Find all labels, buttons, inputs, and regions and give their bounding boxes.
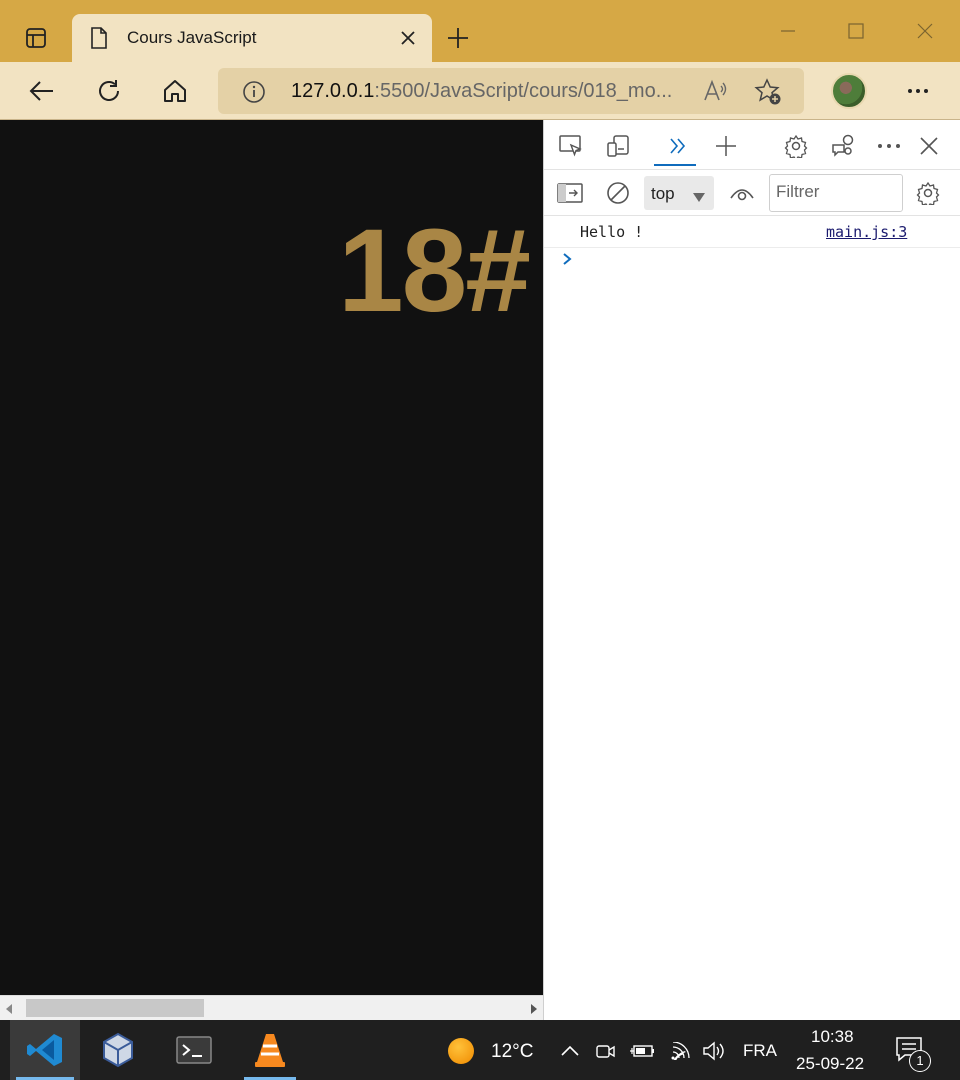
devtools-tabbar [544,120,960,170]
site-info-icon[interactable] [242,80,266,109]
more-options-icon[interactable] [898,71,938,111]
feedback-icon[interactable] [828,130,860,162]
add-favorite-icon[interactable] [754,78,782,111]
home-icon[interactable] [155,71,195,111]
chevron-up-icon[interactable] [557,1038,583,1064]
url-host: 127.0.0.1 [291,80,375,102]
wifi-icon[interactable] [666,1038,692,1064]
console-filter[interactable] [769,174,903,212]
console-message: Hello ! main.js:3 [544,218,960,248]
scroll-left-icon[interactable] [5,1002,13,1020]
browser-titlebar: Cours JavaScript [0,0,960,62]
document-icon [90,27,108,54]
console-sidebar-icon[interactable] [554,177,586,209]
new-tab-button[interactable] [442,22,474,54]
caret-down-icon [693,189,705,207]
console-toolbar: top [544,170,960,216]
filter-input[interactable] [776,175,896,209]
scrollbar-thumb[interactable] [26,999,204,1017]
url-path: :5500/JavaScript/cours/018_mo... [374,80,673,102]
profile-avatar[interactable] [831,73,867,109]
active-tab-indicator [654,164,696,166]
meet-now-camera-icon[interactable] [593,1038,619,1064]
vlc-icon[interactable] [238,1020,302,1080]
clock-time[interactable]: 10:38 [811,1027,854,1047]
page-heading: 18# [338,205,531,337]
weather-temperature[interactable]: 12°C [491,1041,533,1063]
browser-tab-active[interactable]: Cours JavaScript [72,14,432,62]
notification-center[interactable]: 1 [895,1036,935,1072]
close-tab-icon[interactable] [398,28,418,48]
console-prompt-chevron-icon[interactable] [562,252,572,271]
tab-title: Cours JavaScript [127,28,257,47]
devtools-panel: top Hello ! main.js:3 [543,120,960,1020]
clock-date[interactable]: 25-09-22 [796,1054,864,1074]
console-settings-icon[interactable] [912,177,944,209]
close-devtools-icon[interactable] [913,130,945,162]
maximize-icon[interactable] [836,14,876,48]
close-window-icon[interactable] [905,14,945,48]
context-select[interactable]: top [644,176,714,210]
scroll-right-icon[interactable] [530,1002,538,1020]
tab-actions-icon[interactable] [14,16,58,60]
url-text[interactable]: 127.0.0.1:5500/JavaScript/cours/018_mo..… [291,80,672,103]
terminal-icon[interactable] [162,1020,226,1080]
context-select-value: top [651,184,675,203]
console-message-text: Hello ! [580,223,644,241]
add-tool-icon[interactable] [710,130,742,162]
virtualbox-icon[interactable] [86,1020,150,1080]
page-viewport: 18# [0,120,543,995]
inspect-element-icon[interactable] [555,130,587,162]
refresh-icon[interactable] [89,71,129,111]
settings-gear-icon[interactable] [780,130,812,162]
more-tools-chevron-icon[interactable] [662,130,694,162]
back-arrow-icon[interactable] [22,71,62,111]
read-aloud-icon[interactable] [702,78,728,109]
battery-icon[interactable] [629,1038,655,1064]
vscode-icon[interactable] [10,1020,80,1080]
minimize-icon[interactable] [768,14,808,48]
devtools-more-icon[interactable] [873,130,905,162]
notification-count-badge: 1 [909,1050,931,1072]
horizontal-scrollbar[interactable] [0,995,543,1020]
address-bar[interactable]: 127.0.0.1:5500/JavaScript/cours/018_mo..… [218,68,804,114]
windows-taskbar: 12°C FRA 10:38 25-09-22 1 [0,1020,960,1080]
weather-sun-icon[interactable] [448,1038,474,1064]
browser-toolbar: 127.0.0.1:5500/JavaScript/cours/018_mo..… [0,62,960,120]
live-expression-eye-icon[interactable] [726,177,758,209]
clear-console-icon[interactable] [602,177,634,209]
console-source-link[interactable]: main.js:3 [826,223,907,241]
device-emulation-icon[interactable] [602,130,634,162]
volume-icon[interactable] [701,1038,727,1064]
input-language[interactable]: FRA [743,1041,777,1061]
